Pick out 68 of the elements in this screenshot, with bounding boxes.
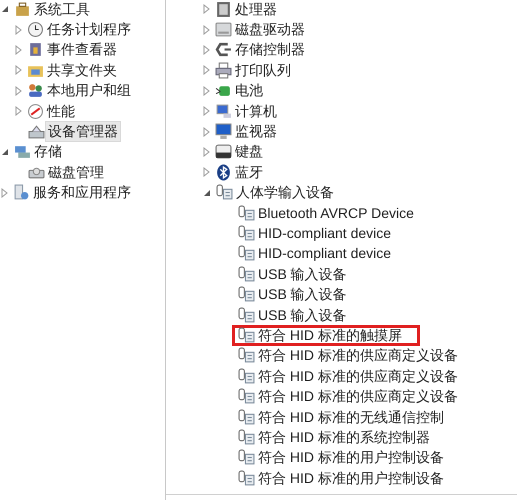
tree-item[interactable]: 计算机 <box>232 100 280 122</box>
toolbox-icon <box>14 0 31 18</box>
hid-device-icon <box>238 224 255 242</box>
controller-icon <box>215 41 232 58</box>
services-icon <box>13 184 30 202</box>
tree-item[interactable]: 符合 HID 标准的供应商定义设备 <box>255 366 461 387</box>
tree-item[interactable]: 符合 HID 标准的系统控制器 <box>255 426 433 448</box>
tree-item[interactable]: 共享文件夹 <box>44 60 120 81</box>
tree-item[interactable]: 打印队列 <box>232 60 294 81</box>
expander-icon[interactable] <box>1 148 9 156</box>
hid-device-icon <box>238 388 255 406</box>
hid-device-icon <box>238 326 255 344</box>
users-icon <box>27 82 44 100</box>
tree-item[interactable]: 本地用户和组 <box>44 80 134 102</box>
tree-item[interactable]: 任务计划程序 <box>44 19 134 40</box>
tree-item[interactable]: 人体学输入设备 <box>233 182 337 204</box>
tree-item[interactable]: 存储 <box>31 141 65 162</box>
bluetooth-icon <box>215 164 232 181</box>
tree-item[interactable]: 电池 <box>232 80 266 102</box>
tree-item[interactable]: HID-compliant device <box>255 243 394 264</box>
device-icon <box>28 123 45 140</box>
tree-item[interactable]: 键盘 <box>232 141 266 162</box>
chip-icon <box>215 0 232 18</box>
tree-item[interactable]: 符合 HID 标准的触摸屏 <box>255 324 405 346</box>
tree-item[interactable]: USB 输入设备 <box>255 284 350 306</box>
expander-icon[interactable] <box>203 188 211 197</box>
hid-device-icon <box>238 266 255 283</box>
gauge-icon <box>27 102 44 120</box>
tree-item[interactable]: 符合 HID 标准的供应商定义设备 <box>255 345 461 366</box>
hid-device-icon <box>238 408 255 426</box>
log-book-icon <box>27 41 44 58</box>
keyboard-icon <box>215 143 232 160</box>
printer-icon <box>215 62 232 79</box>
hid-device-icon <box>238 347 255 364</box>
storage-icon <box>14 143 31 160</box>
tree-item[interactable]: 磁盘管理 <box>45 162 107 183</box>
monitor-icon <box>215 123 232 140</box>
tree-item[interactable]: USB 输入设备 <box>255 304 350 326</box>
hid-device-icon <box>238 286 255 304</box>
hid-device-icon <box>238 368 255 385</box>
tree-item[interactable]: 设备管理器 <box>45 121 121 142</box>
hid-device-icon <box>238 449 255 466</box>
hid-device-icon <box>216 184 233 202</box>
tree-item[interactable]: 监视器 <box>232 121 280 142</box>
tree-item[interactable]: 符合 HID 标准的用户控制设备 <box>255 468 447 489</box>
tree-item[interactable]: 性能 <box>44 100 78 122</box>
disk-drive-icon <box>215 21 232 38</box>
hid-device-icon <box>238 428 255 446</box>
tree-item[interactable]: USB 输入设备 <box>255 264 350 285</box>
computer-icon <box>215 102 232 120</box>
tree-item[interactable]: 磁盘驱动器 <box>232 19 308 40</box>
expander-icon[interactable] <box>1 5 9 14</box>
tree-item[interactable]: 存储控制器 <box>232 39 308 60</box>
tree-item[interactable]: Bluetooth AVRCP Device <box>255 202 417 224</box>
tree-item[interactable]: 事件查看器 <box>44 39 120 60</box>
tree-item[interactable]: 系统工具 <box>31 0 93 20</box>
tree-item[interactable]: 符合 HID 标准的供应商定义设备 <box>255 386 461 408</box>
tree-item[interactable]: 符合 HID 标准的用户控制设备 <box>255 447 447 468</box>
hid-device-icon <box>238 245 255 262</box>
hid-device-icon <box>238 306 255 324</box>
tree-item[interactable]: 符合 HID 标准的无线通信控制 <box>255 406 447 428</box>
tree-item[interactable]: 蓝牙 <box>232 162 266 183</box>
hid-device-icon <box>238 470 255 487</box>
tree-item[interactable]: 处理器 <box>232 0 280 20</box>
tree-item[interactable]: HID-compliant device <box>255 223 394 244</box>
clock-icon <box>27 21 44 38</box>
hid-device-icon <box>238 204 255 222</box>
tree-item[interactable]: 服务和应用程序 <box>30 182 134 204</box>
